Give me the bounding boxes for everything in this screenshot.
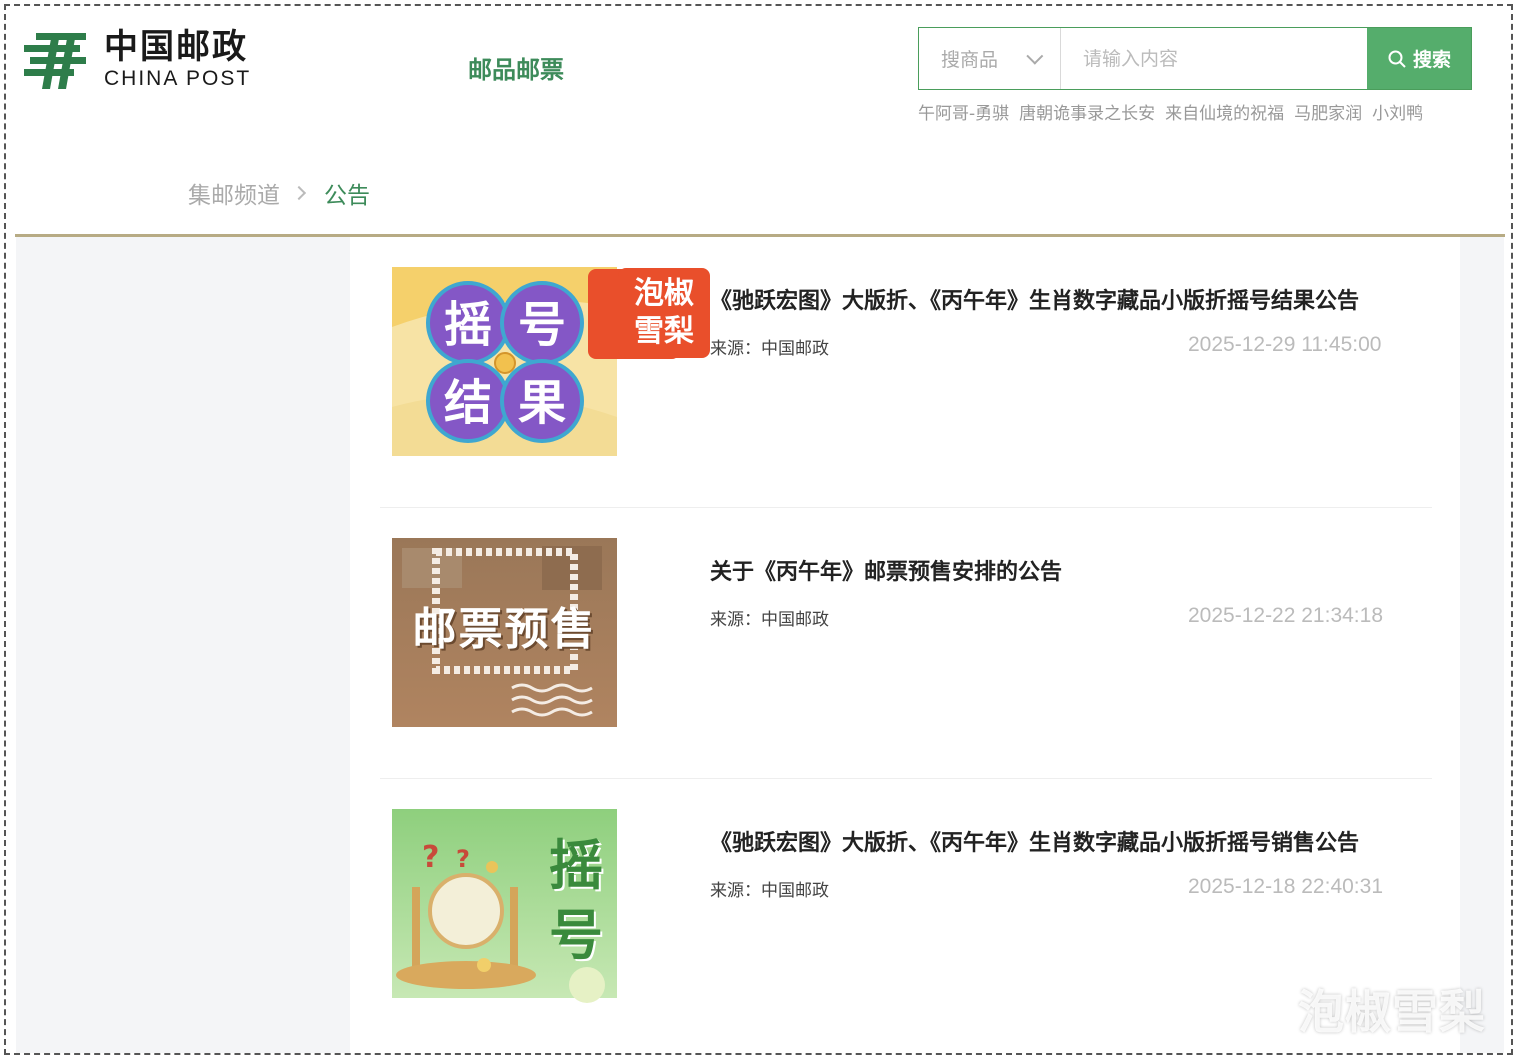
article-source: 来源：中国邮政 bbox=[710, 881, 829, 901]
search-button-label: 搜索 bbox=[1412, 49, 1451, 71]
search-button[interactable]: 搜索 bbox=[1367, 28, 1471, 89]
article-source: 来源：中国邮政 bbox=[710, 339, 829, 359]
thumb-char: 结 bbox=[444, 375, 492, 431]
list-item[interactable]: 摇 号 结 果 泡椒雪梨 《驰跃宏图》大版折、《丙午年》生肖数字藏品小版折摇号结… bbox=[380, 237, 1432, 508]
thumb-char: 号 bbox=[549, 904, 603, 967]
article-date: 2025-12-22 21:34:18 bbox=[1188, 604, 1383, 627]
brand-name-en: CHINA POST bbox=[104, 67, 252, 90]
article-title[interactable]: 《驰跃宏图》大版折、《丙午年》生肖数字藏品小版折摇号结果公告 bbox=[710, 283, 1359, 315]
breadcrumb-current: 公告 bbox=[324, 183, 370, 209]
chevron-down-icon bbox=[1026, 47, 1044, 65]
search-icon bbox=[1388, 50, 1406, 68]
list-item[interactable]: ? ? 摇 号 《驰跃宏图》大版折、《丙午年》生肖数字藏品小版折摇号销售公告 来… bbox=[380, 779, 1432, 1050]
china-post-emblem-icon bbox=[24, 33, 86, 89]
thumb-char: 号 bbox=[518, 297, 566, 353]
thumb-char: 摇 bbox=[549, 834, 603, 897]
search-category-label: 搜商品 bbox=[941, 49, 999, 71]
list-item[interactable]: 邮票预售 关于《丙午年》邮票预售安排的公告 来源：中国邮政 2025-12-22… bbox=[380, 508, 1432, 779]
thumb-char: 摇 bbox=[444, 297, 492, 353]
thumb-caption: 摇 号 bbox=[540, 831, 612, 971]
announcement-list: 摇 号 结 果 泡椒雪梨 《驰跃宏图》大版折、《丙午年》生肖数字藏品小版折摇号结… bbox=[350, 237, 1460, 1053]
watermark: 泡椒雪梨 bbox=[1298, 985, 1486, 1039]
hot-keyword[interactable]: 午阿哥-勇骐 bbox=[918, 99, 1009, 124]
hot-keyword[interactable]: 马肥家润 bbox=[1294, 99, 1362, 124]
svg-text:?: ? bbox=[456, 845, 470, 873]
search-input[interactable] bbox=[1061, 28, 1367, 89]
svg-text:?: ? bbox=[422, 840, 439, 875]
china-post-logo[interactable]: 中国邮政 CHINA POST bbox=[22, 26, 272, 94]
search-category-select[interactable]: 搜商品 bbox=[919, 28, 1061, 89]
brand-name-cn: 中国邮政 bbox=[104, 27, 248, 67]
article-source: 来源：中国邮政 bbox=[710, 610, 829, 630]
thumb-caption: 邮票预售 bbox=[412, 604, 597, 655]
search-bar: 搜商品 搜索 bbox=[918, 27, 1472, 90]
hot-keywords: 午阿哥-勇骐 唐朝诡事录之长安 来自仙境的祝福 马肥家润 小刘鸭 bbox=[918, 99, 1433, 124]
article-date: 2025-12-18 22:40:31 bbox=[1188, 875, 1383, 898]
hot-keyword[interactable]: 唐朝诡事录之长安 bbox=[1019, 99, 1155, 124]
lottery-result-thumbnail: 摇 号 结 果 bbox=[392, 267, 680, 456]
article-date: 2025-12-29 11:45:00 bbox=[1188, 333, 1382, 356]
breadcrumb-home[interactable]: 集邮频道 bbox=[188, 176, 280, 210]
hot-keyword[interactable]: 来自仙境的祝福 bbox=[1165, 99, 1284, 124]
nav-stamps-link[interactable]: 邮品邮票 bbox=[468, 50, 564, 85]
article-title[interactable]: 关于《丙午年》邮票预售安排的公告 bbox=[710, 554, 1062, 586]
article-title[interactable]: 《驰跃宏图》大版折、《丙午年》生肖数字藏品小版折摇号销售公告 bbox=[710, 825, 1359, 857]
hot-keyword[interactable]: 小刘鸭 bbox=[1372, 99, 1423, 124]
breadcrumb: 集邮频道 公告 bbox=[188, 176, 370, 210]
author-stamp: 泡椒雪梨 bbox=[618, 268, 710, 358]
chevron-right-icon bbox=[291, 185, 307, 201]
thumb-char: 果 bbox=[518, 375, 566, 431]
